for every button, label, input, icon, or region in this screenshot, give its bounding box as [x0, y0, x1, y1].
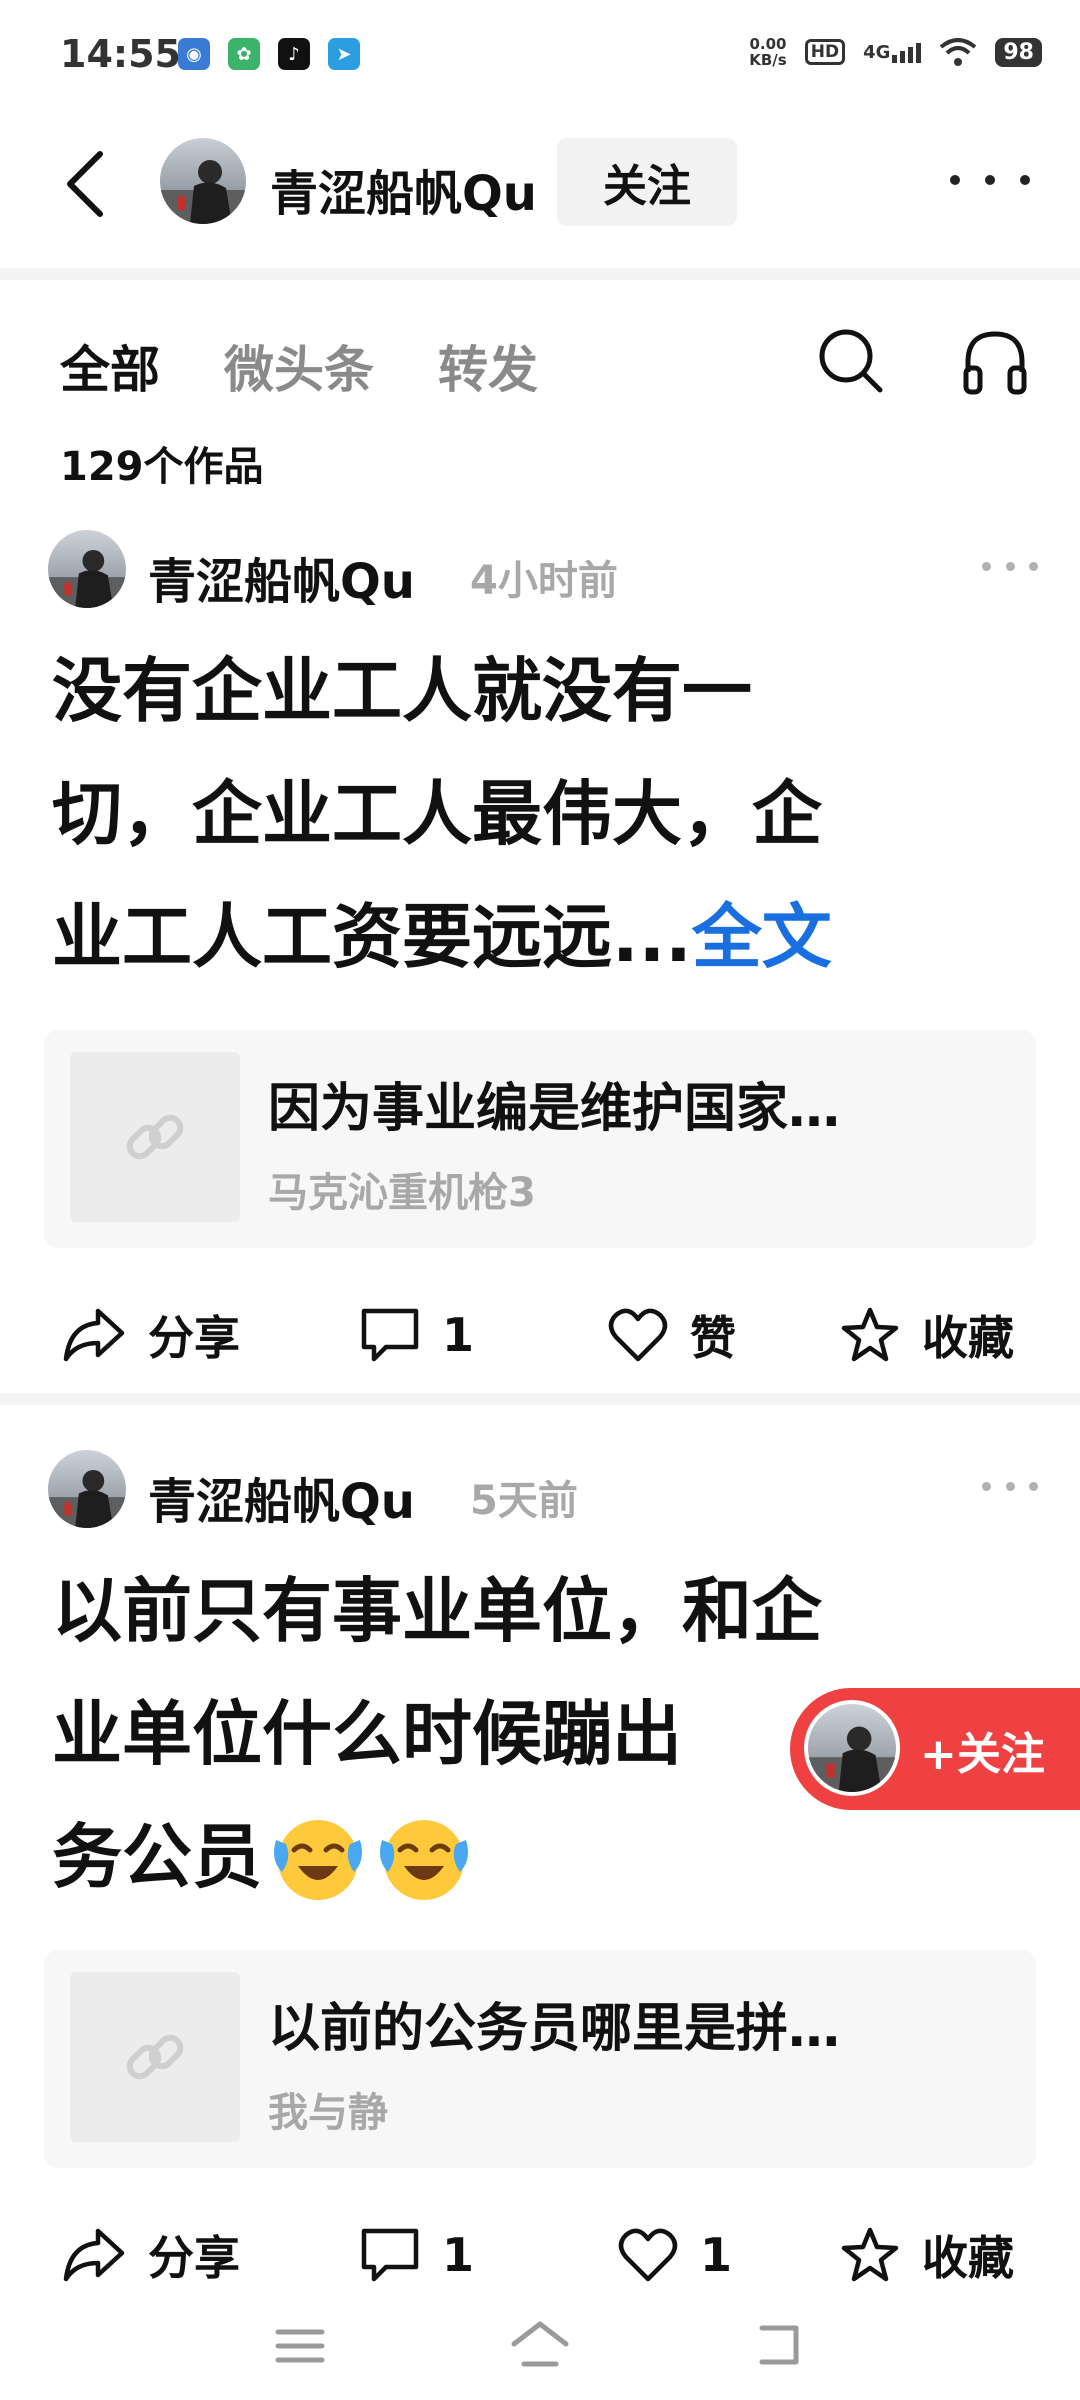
tab-all[interactable]: 全部	[60, 330, 160, 402]
post-header: 青涩船帆Qu 4小时前	[48, 530, 1038, 610]
notification-icons: ◉ ✿ ♪ ➤	[178, 38, 360, 70]
follow-button[interactable]: 关注	[557, 138, 737, 226]
post-time: 4小时前	[470, 558, 618, 604]
laughing-crying-emoji-icon	[380, 1819, 468, 1900]
headphones-icon[interactable]	[960, 326, 1030, 396]
comment-count: 1	[442, 1308, 475, 1362]
post-text-line: 业工人工资要远远...	[52, 896, 692, 978]
heart-icon	[618, 2228, 678, 2282]
share-label: 分享	[148, 2231, 240, 2285]
post-text[interactable]: 没有企业工人就没有一 切，企业工人最伟大，企 业工人工资要远远...全文	[52, 630, 1012, 999]
linked-post-author: 马克沁重机枪3	[268, 1170, 536, 1216]
share-button[interactable]: 分享	[62, 2210, 240, 2300]
tab-micro-headline[interactable]: 微头条	[224, 330, 374, 402]
back-nav-icon[interactable]	[752, 2320, 808, 2370]
heart-icon	[608, 1308, 668, 1362]
status-right: 0.00 KB/s HD 4G 98	[749, 36, 1042, 68]
post-actions: 分享 1 1 收藏	[0, 2210, 1080, 2300]
tab-actions	[816, 326, 1030, 396]
linked-post-author: 我与静	[268, 2090, 388, 2136]
wifi-icon	[940, 38, 977, 66]
divider	[0, 268, 1080, 280]
cellular-signal-icon: 4G	[863, 41, 922, 63]
collect-button[interactable]: 收藏	[840, 2210, 1014, 2300]
app-notification-icon: ✿	[228, 38, 260, 70]
comment-button[interactable]: 1	[360, 1290, 474, 1380]
hd-voice-icon: HD	[804, 39, 846, 65]
more-options-button[interactable]	[950, 160, 1030, 200]
post-actions: 分享 1 赞 收藏	[0, 1290, 1080, 1380]
back-arrow-icon	[67, 151, 103, 217]
tiktok-notification-icon: ♪	[278, 38, 310, 70]
profile-header: 青涩船帆Qu 关注	[0, 120, 1080, 250]
like-count: 1	[700, 2228, 733, 2282]
collect-label: 收藏	[922, 1311, 1014, 1365]
comment-count: 1	[442, 2228, 475, 2282]
avatar[interactable]	[48, 1450, 126, 1528]
post-author[interactable]: 青涩船帆Qu	[148, 1462, 415, 1532]
avatar	[804, 1700, 900, 1796]
post-more-button[interactable]	[982, 562, 1038, 574]
avatar[interactable]	[160, 138, 246, 224]
link-icon	[126, 2034, 184, 2080]
link-icon	[126, 1114, 184, 1160]
divider	[0, 1393, 1080, 1405]
works-count: 129个作品	[60, 444, 264, 490]
system-navigation-bar	[0, 2300, 1080, 2400]
post-text-line: 以前只有事业单位，和企	[52, 1570, 822, 1652]
star-icon	[841, 1307, 899, 1362]
menu-icon[interactable]	[272, 2324, 328, 2368]
tab-repost[interactable]: 转发	[438, 330, 538, 402]
share-button[interactable]: 分享	[62, 1290, 240, 1380]
home-icon[interactable]	[508, 2318, 572, 2372]
post-more-button[interactable]	[982, 1482, 1038, 1494]
comment-icon	[361, 2228, 419, 2282]
laughing-crying-emoji-icon	[274, 1819, 362, 1900]
comment-button[interactable]: 1	[360, 2210, 474, 2300]
collect-button[interactable]: 收藏	[840, 1290, 1014, 1380]
network-type: 4G	[863, 41, 891, 63]
post-text-line: 务公员	[52, 1816, 262, 1898]
read-more-link[interactable]: 全文	[692, 896, 832, 978]
share-icon	[63, 2228, 125, 2282]
network-speed-unit: KB/s	[749, 51, 787, 69]
avatar[interactable]	[48, 530, 126, 608]
app-notification-icon: ◉	[178, 38, 210, 70]
post-text-line: 没有企业工人就没有一	[52, 650, 752, 732]
post-text-line: 切，企业工人最伟大，企	[52, 773, 822, 855]
telegram-notification-icon: ➤	[328, 38, 360, 70]
post-header: 青涩船帆Qu 5天前	[48, 1450, 1038, 1530]
linked-post-card[interactable]: 因为事业编是维护国家… 马克沁重机枪3	[44, 1030, 1036, 1248]
floating-follow-button[interactable]: +关注	[790, 1688, 1080, 1810]
floating-follow-label: +关注	[920, 1729, 1045, 1780]
share-label: 分享	[148, 1311, 240, 1365]
post-author[interactable]: 青涩船帆Qu	[148, 542, 415, 612]
comment-icon	[361, 1308, 419, 1362]
collect-label: 收藏	[922, 2231, 1014, 2285]
like-label: 赞	[690, 1311, 736, 1365]
star-icon	[841, 2227, 899, 2282]
network-speed-value: 0.00	[749, 35, 787, 53]
network-speed: 0.00 KB/s	[749, 36, 786, 68]
post-card: 青涩船帆Qu 5天前 以前只有事业单位，和企 业单位什么时候蹦出 务公员 以前的…	[0, 1450, 1080, 2300]
share-icon	[63, 1308, 125, 1362]
back-button[interactable]	[56, 144, 116, 224]
like-button[interactable]: 1	[618, 2210, 732, 2300]
status-bar: 14:55 ◉ ✿ ♪ ➤ 0.00 KB/s HD 4G 98	[0, 0, 1080, 110]
search-icon[interactable]	[816, 326, 886, 396]
post-time: 5天前	[470, 1478, 578, 1524]
link-thumbnail	[70, 1972, 240, 2142]
linked-post-card[interactable]: 以前的公务员哪里是拼… 我与静	[44, 1950, 1036, 2168]
content-tabs: 全部 微头条 转发	[60, 330, 538, 402]
post-card: 青涩船帆Qu 4小时前 没有企业工人就没有一 切，企业工人最伟大，企 业工人工资…	[0, 530, 1080, 1380]
linked-post-title: 因为事业编是维护国家…	[268, 1079, 841, 1139]
link-thumbnail	[70, 1052, 240, 1222]
status-time: 14:55	[60, 32, 181, 76]
like-button[interactable]: 赞	[608, 1290, 736, 1380]
profile-username: 青涩船帆Qu	[270, 166, 537, 222]
linked-post-title: 以前的公务员哪里是拼…	[268, 1999, 841, 2059]
battery-icon: 98	[995, 37, 1042, 67]
